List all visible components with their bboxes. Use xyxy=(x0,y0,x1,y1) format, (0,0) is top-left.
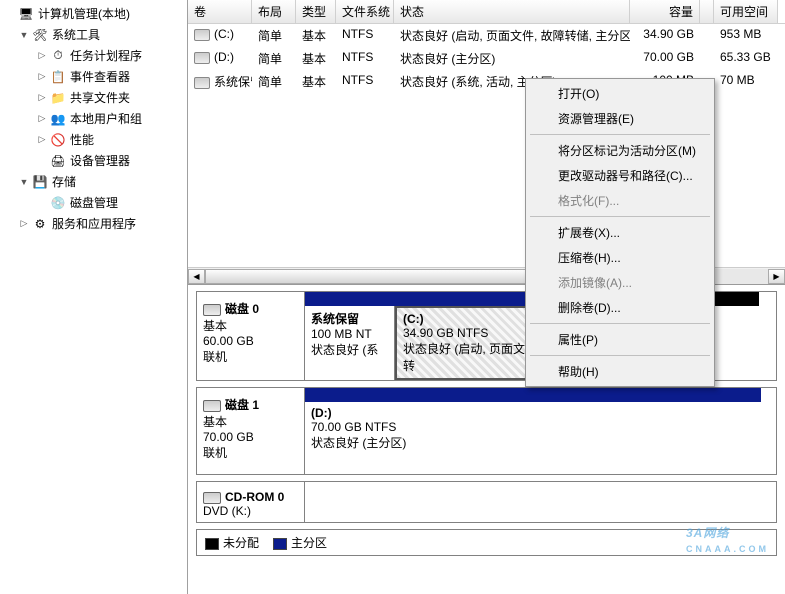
nav-tree: 🖥 计算机管理(本地) ▼ 🛠 系统工具 ▷ ⏱ 任务计划程序 ▷ 📋 事件查看… xyxy=(0,0,188,594)
legend-swatch-unalloc xyxy=(205,538,219,550)
menu-item[interactable]: 扩展卷(X)... xyxy=(528,220,712,245)
partition[interactable]: (D:)70.00 GB NTFS状态良好 (主分区) xyxy=(305,402,761,474)
menu-item[interactable]: 更改驱动器号和路径(C)... xyxy=(528,163,712,188)
tree-root-label: 计算机管理(本地) xyxy=(38,5,130,22)
chevron-icon xyxy=(4,8,16,20)
chevron-right-icon[interactable]: ▷ xyxy=(36,71,48,83)
tree-item-label: 性能 xyxy=(70,131,94,148)
disk-row: 磁盘 1基本70.00 GB联机(D:)70.00 GB NTFS状态良好 (主… xyxy=(196,387,777,475)
menu-item: 格式化(F)... xyxy=(528,188,712,213)
table-row[interactable]: (C:)简单基本NTFS状态良好 (启动, 页面文件, 故障转储, 主分区)34… xyxy=(188,24,785,47)
menu-item[interactable]: 资源管理器(E) xyxy=(528,106,712,131)
cdrom-icon xyxy=(203,492,221,504)
scroll-left-button[interactable]: ◀ xyxy=(188,269,205,284)
tree-item-disk-management[interactable]: 💿 磁盘管理 xyxy=(0,192,187,213)
col-layout[interactable]: 布局 xyxy=(252,0,296,23)
context-menu: 打开(O)资源管理器(E) 将分区标记为活动分区(M)更改驱动器号和路径(C)..… xyxy=(525,78,715,387)
col-sep[interactable] xyxy=(700,0,714,23)
drive-icon xyxy=(194,52,210,64)
perf-icon: 🚫 xyxy=(50,132,66,148)
spacer xyxy=(36,155,48,167)
disk-label[interactable]: CD-ROM 0DVD (K:) xyxy=(197,482,305,522)
chevron-down-icon[interactable]: ▼ xyxy=(18,29,30,41)
chevron-right-icon[interactable]: ▷ xyxy=(36,134,48,146)
disk-label[interactable]: 磁盘 0基本60.00 GB联机 xyxy=(197,292,305,380)
tree-group-label: 系统工具 xyxy=(52,26,100,43)
chevron-right-icon[interactable]: ▷ xyxy=(18,218,30,230)
legend: 未分配主分区 xyxy=(196,529,777,556)
tree-root[interactable]: 🖥 计算机管理(本地) xyxy=(0,3,187,24)
menu-item[interactable]: 帮助(H) xyxy=(528,359,712,384)
menu-item[interactable]: 打开(O) xyxy=(528,81,712,106)
disk-label[interactable]: 磁盘 1基本70.00 GB联机 xyxy=(197,388,305,474)
tree-item-label: 设备管理器 xyxy=(70,152,130,169)
menu-item[interactable]: 压缩卷(H)... xyxy=(528,245,712,270)
col-capacity[interactable]: 容量 xyxy=(630,0,700,23)
scroll-thumb[interactable] xyxy=(205,269,543,284)
col-free[interactable]: 可用空间 xyxy=(714,0,778,23)
col-filesystem[interactable]: 文件系统 xyxy=(336,0,394,23)
event-icon: 📋 xyxy=(50,69,66,85)
drive-icon xyxy=(194,29,210,41)
tree-item-label: 磁盘管理 xyxy=(70,194,118,211)
col-status[interactable]: 状态 xyxy=(394,0,630,23)
tree-item-performance[interactable]: ▷ 🚫 性能 xyxy=(0,129,187,150)
share-icon: 📁 xyxy=(50,90,66,106)
chevron-right-icon[interactable]: ▷ xyxy=(36,92,48,104)
tools-icon: 🛠 xyxy=(32,27,48,43)
legend-swatch-primary xyxy=(273,538,287,550)
disk-icon: 💿 xyxy=(50,195,66,211)
disk-partitions xyxy=(305,482,776,522)
tree-group-label: 服务和应用程序 xyxy=(52,215,136,232)
computer-icon: 🖥 xyxy=(18,6,34,22)
tree-item-device-manager[interactable]: 🖨 设备管理器 xyxy=(0,150,187,171)
tree-item-shared-folders[interactable]: ▷ 📁 共享文件夹 xyxy=(0,87,187,108)
col-volume[interactable]: 卷 xyxy=(188,0,252,23)
disk-icon xyxy=(203,304,221,316)
partition[interactable]: 系统保留100 MB NT状态良好 (系 xyxy=(305,306,395,380)
clock-icon: ⏱ xyxy=(50,48,66,64)
tree-item-event-viewer[interactable]: ▷ 📋 事件查看器 xyxy=(0,66,187,87)
menu-item[interactable]: 删除卷(D)... xyxy=(528,295,712,320)
menu-separator xyxy=(530,134,710,135)
menu-item: 添加镜像(A)... xyxy=(528,270,712,295)
chevron-right-icon[interactable]: ▷ xyxy=(36,113,48,125)
tree-group-system-tools[interactable]: ▼ 🛠 系统工具 xyxy=(0,24,187,45)
menu-separator xyxy=(530,355,710,356)
chevron-down-icon[interactable]: ▼ xyxy=(18,176,30,188)
disk-icon xyxy=(203,400,221,412)
menu-item[interactable]: 将分区标记为活动分区(M) xyxy=(528,138,712,163)
disk-partitions: (D:)70.00 GB NTFS状态良好 (主分区) xyxy=(305,388,776,474)
users-icon: 👥 xyxy=(50,111,66,127)
tree-group-services[interactable]: ▷ ⚙ 服务和应用程序 xyxy=(0,213,187,234)
storage-icon: 💾 xyxy=(32,174,48,190)
tree-item-label: 本地用户和组 xyxy=(70,110,142,127)
table-header: 卷 布局 类型 文件系统 状态 容量 可用空间 xyxy=(188,0,785,24)
spacer xyxy=(36,197,48,209)
table-row[interactable]: (D:)简单基本NTFS状态良好 (主分区)70.00 GB65.33 GB xyxy=(188,47,785,70)
tree-item-label: 任务计划程序 xyxy=(70,47,142,64)
menu-item[interactable]: 属性(P) xyxy=(528,327,712,352)
chevron-right-icon[interactable]: ▷ xyxy=(36,50,48,62)
tree-item-label: 事件查看器 xyxy=(70,68,130,85)
services-icon: ⚙ xyxy=(32,216,48,232)
tree-group-label: 存储 xyxy=(52,173,76,190)
tree-item-local-users[interactable]: ▷ 👥 本地用户和组 xyxy=(0,108,187,129)
drive-icon xyxy=(194,77,210,89)
scroll-right-button[interactable]: ▶ xyxy=(768,269,785,284)
tree-item-label: 共享文件夹 xyxy=(70,89,130,106)
device-icon: 🖨 xyxy=(50,153,66,169)
disk-row-cdrom: CD-ROM 0DVD (K:) xyxy=(196,481,777,523)
menu-separator xyxy=(530,216,710,217)
tree-group-storage[interactable]: ▼ 💾 存储 xyxy=(0,171,187,192)
tree-item-task-scheduler[interactable]: ▷ ⏱ 任务计划程序 xyxy=(0,45,187,66)
col-type[interactable]: 类型 xyxy=(296,0,336,23)
menu-separator xyxy=(530,323,710,324)
